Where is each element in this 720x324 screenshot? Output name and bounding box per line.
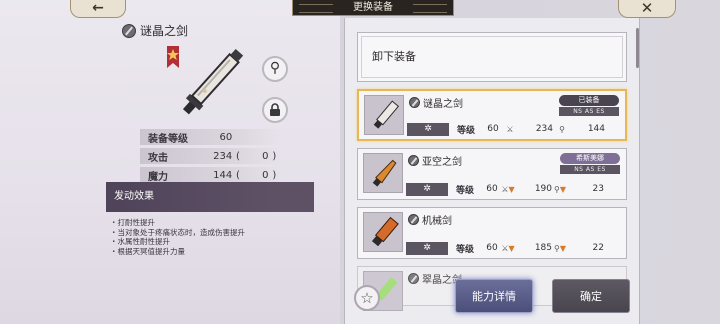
equip-status-badge: 已装备 NS AS ES [559, 95, 619, 116]
equipment-change-screen: ← 更换装备 ✕ 谜晶之剑 ⚲ 装备等级 60 攻击 234 (0) 魔力 … [0, 0, 720, 324]
level-value: 60 [486, 184, 498, 194]
weapon-title: 谜晶之剑 [122, 22, 188, 39]
item-name: 翠晶之剑 [408, 271, 462, 286]
unequip-button[interactable]: 卸下装备 [357, 32, 627, 82]
item-stats: ✲ 等级 60 ⚔▼ 185 ⚲▼ 22 [406, 241, 622, 255]
stat-value: 234 [213, 150, 233, 162]
item-name-text: 机械剑 [422, 216, 452, 227]
equipment-item[interactable]: 谜晶之剑 已装备 NS AS ES ✲ 等级 60 ⚔ 234 ⚲ 144 [357, 89, 627, 141]
attack-icon: ⚔ [506, 124, 514, 134]
item-name: 亚空之剑 [408, 153, 462, 168]
element-icon [122, 23, 136, 38]
lock-button[interactable] [262, 97, 288, 123]
favorite-button[interactable]: ☆ [354, 285, 380, 311]
item-stats: ✲ 等级 60 ⚔ 234 ⚲ 144 [407, 122, 623, 136]
ns-as-es-label: NS AS ES [559, 107, 619, 116]
effect-item: ・打耐性提升 [110, 218, 155, 227]
equipment-item[interactable]: 亚空之剑 希斯美娜 NS AS ES ✲ 等级 60 ⚔▼ 190 ⚲▼ 23 [357, 148, 627, 200]
item-thumbnail [363, 212, 403, 252]
element-icon [408, 155, 419, 166]
stat-paren-open: ( [235, 169, 240, 181]
weapon-name: 谜晶之剑 [140, 24, 189, 38]
zoom-button[interactable]: ⚲ [262, 56, 288, 82]
item-name: 谜晶之剑 [409, 95, 463, 110]
magic-value: 144 [587, 124, 605, 134]
item-name-text: 谜晶之剑 [423, 99, 463, 110]
star-icon: ☆ [360, 289, 374, 307]
search-icon: ⚲ [269, 60, 281, 76]
ns-as-es-label: NS AS ES [560, 165, 620, 174]
stat-bonus: 0 [262, 169, 269, 181]
stat-row-attack: 攻击 234 ( 0 ) [140, 148, 280, 164]
element-icon [408, 214, 419, 225]
magic-value: 22 [592, 243, 604, 253]
weapon-stats: 装备等级 60 攻击 234 ( 0 ) 魔力 144 ( 0 ) [140, 129, 280, 186]
stat-paren-close: ) [272, 169, 277, 181]
stat-value: 60 [219, 131, 233, 143]
stat-paren-open: ( [235, 150, 240, 162]
effect-item: ・当对象处于疼痛状态时，造成伤害提升 [110, 227, 245, 237]
stat-row-equip-level: 装备等级 60 [140, 129, 280, 145]
magic-icon: ⚲ [559, 124, 565, 134]
effect-item: ・根据天冥值提升力量 [110, 246, 185, 256]
weapon-image [182, 48, 244, 115]
ability-detail-button[interactable]: 能力详情 [455, 279, 533, 313]
effect-list: ・打耐性提升 ・当对象处于疼痛状态时，造成伤害提升 ・水属性耐性提升 ・根据天冥… [110, 218, 245, 256]
attack-value: 185 [534, 243, 552, 253]
stat-label: 魔力 [148, 171, 168, 183]
element-icon [409, 97, 420, 108]
arrow-down-icon: ▼ [559, 243, 566, 253]
attack-icon: ⚔▼ [501, 243, 515, 253]
stat-label: 装备等级 [148, 133, 188, 145]
item-thumbnail [363, 153, 403, 193]
arrow-down-icon: ▼ [559, 184, 566, 194]
magic-icon: ⚲▼ [553, 184, 566, 194]
item-stats: ✲ 等级 60 ⚔▼ 190 ⚲▼ 23 [406, 182, 622, 196]
list-scrollbar[interactable] [636, 28, 639, 68]
status-badge: 希斯美娜 [560, 153, 620, 164]
item-name: 机械剑 [408, 212, 452, 227]
equip-status-badge: 希斯美娜 NS AS ES [560, 153, 620, 174]
level-label: 等级 [456, 185, 475, 196]
attack-value: 190 [534, 184, 552, 194]
status-badge: 已装备 [559, 95, 619, 106]
lock-icon [270, 103, 280, 116]
back-button[interactable]: ← [70, 0, 126, 18]
stat-paren-close: ) [272, 150, 277, 162]
attack-value: 234 [535, 124, 553, 134]
equipment-item[interactable]: 机械剑 ✲ 等级 60 ⚔▼ 185 ⚲▼ 22 [357, 207, 627, 259]
effect-item: ・水属性耐性提升 [110, 237, 170, 246]
star-box: ✲ [406, 182, 448, 196]
close-icon: ✕ [640, 0, 654, 17]
arrow-down-icon: ▼ [508, 184, 515, 194]
arrow-left-icon: ← [92, 0, 104, 16]
arrow-down-icon: ▼ [508, 243, 515, 253]
effect-header: 发动效果 [106, 182, 314, 212]
attack-icon: ⚔▼ [501, 184, 515, 194]
stat-label: 攻击 [148, 152, 168, 164]
element-icon [408, 273, 419, 284]
close-button[interactable]: ✕ [618, 0, 676, 18]
level-value: 60 [486, 243, 498, 253]
level-label: 等级 [456, 244, 475, 255]
stat-row-magic: 魔力 144 ( 0 ) [140, 167, 280, 183]
stat-bonus: 0 [262, 150, 269, 162]
confirm-button[interactable]: 确定 [552, 279, 630, 313]
level-value: 60 [487, 124, 499, 134]
star-box: ✲ [407, 122, 449, 136]
page-title: 更换装备 [292, 0, 454, 16]
level-label: 等级 [457, 125, 476, 136]
stat-value: 144 [213, 169, 233, 181]
item-name-text: 亚空之剑 [422, 157, 462, 168]
star-box: ✲ [406, 241, 448, 255]
item-thumbnail [364, 95, 404, 135]
magic-value: 23 [592, 184, 604, 194]
magic-icon: ⚲▼ [553, 243, 566, 253]
